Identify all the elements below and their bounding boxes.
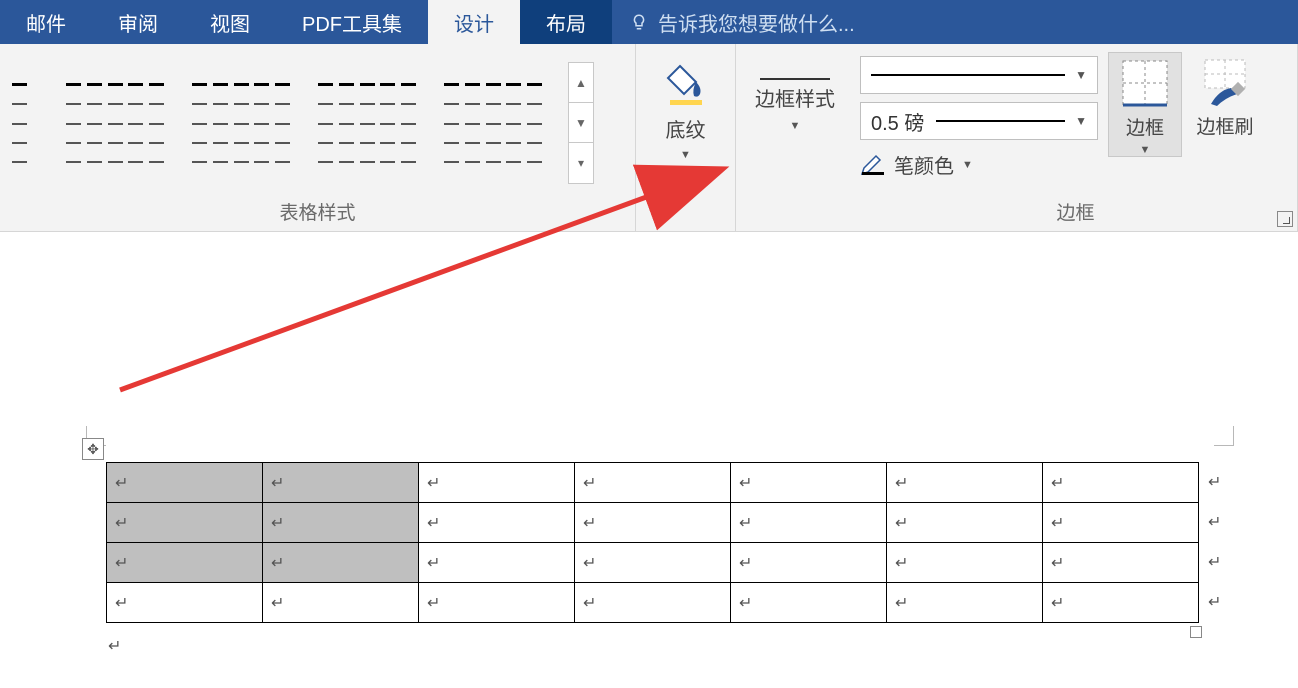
border-painter-icon: [1199, 56, 1251, 108]
table-cell[interactable]: ↵: [887, 503, 1043, 543]
line-weight-combo[interactable]: 0.5 磅 ▼: [860, 102, 1098, 140]
tell-me-search[interactable]: 告诉我您想要做什么...: [612, 0, 1298, 44]
tab-design[interactable]: 设计: [428, 0, 520, 44]
document-table-wrap: ✥ ↵ ↵ ↵ ↵ ↵ ↵ ↵ ↵ ↵ ↵ ↵ ↵ ↵ ↵ ↵: [106, 462, 1199, 623]
tab-mail[interactable]: 邮件: [0, 0, 92, 44]
border-painter-button[interactable]: 边框刷: [1186, 52, 1264, 139]
tab-review[interactable]: 审阅: [92, 0, 184, 44]
paragraph-mark: ↵: [108, 636, 121, 656]
table-cell[interactable]: ↵: [575, 543, 731, 583]
border-style-preview: [760, 78, 830, 80]
table-cell[interactable]: ↵: [731, 503, 887, 543]
table-style-thumb[interactable]: [190, 79, 292, 167]
table-row: ↵ ↵ ↵ ↵ ↵ ↵ ↵: [107, 583, 1199, 623]
borders-group: ▼ 0.5 磅 ▼ 笔颜色 ▼: [854, 44, 1298, 231]
tab-pdf-tools[interactable]: PDF工具集: [276, 0, 428, 44]
borders-group-label: 边框: [854, 194, 1297, 231]
table-row: ↵ ↵ ↵ ↵ ↵ ↵ ↵: [107, 543, 1199, 583]
table-styles-label: 表格样式: [0, 194, 635, 231]
row-end-mark: ↵: [1208, 512, 1221, 532]
chevron-down-icon: ▼: [790, 120, 801, 132]
table-cell[interactable]: ↵: [263, 543, 419, 583]
dialog-launcher[interactable]: [1277, 211, 1293, 227]
line-weight-preview: [936, 120, 1065, 122]
table-cell[interactable]: ↵: [731, 463, 887, 503]
table-cell[interactable]: ↵: [1043, 503, 1199, 543]
paint-bucket-icon: [662, 60, 710, 108]
chevron-down-icon: ▼: [1075, 68, 1087, 82]
row-end-mark: ↵: [1208, 592, 1221, 612]
pen-color-button[interactable]: 笔颜色 ▼: [860, 148, 1098, 181]
table-cell[interactable]: ↵: [887, 583, 1043, 623]
table-row: ↵ ↵ ↵ ↵ ↵ ↵ ↵: [107, 503, 1199, 543]
border-style-button[interactable]: 边框样式 ▼: [742, 52, 848, 132]
chevron-down-icon: ▼: [1140, 144, 1151, 156]
table-cell[interactable]: ↵: [419, 543, 575, 583]
table-cell[interactable]: ↵: [575, 463, 731, 503]
border-painter-label: 边框刷: [1196, 112, 1253, 139]
tab-view[interactable]: 视图: [184, 0, 276, 44]
table-cell[interactable]: ↵: [731, 543, 887, 583]
table-cell[interactable]: ↵: [1043, 463, 1199, 503]
gallery-scroll: ▲ ▼ ▾: [568, 62, 594, 184]
table-resize-handle[interactable]: [1190, 626, 1202, 638]
row-end-mark: ↵: [1208, 472, 1221, 492]
table-row: ↵ ↵ ↵ ↵ ↵ ↵ ↵: [107, 463, 1199, 503]
lightbulb-icon: [630, 13, 648, 31]
table-cell[interactable]: ↵: [731, 583, 887, 623]
borders-label: 边框: [1126, 113, 1164, 140]
table-style-thumb[interactable]: [64, 79, 166, 167]
table-cell[interactable]: ↵: [263, 463, 419, 503]
table-cell[interactable]: ↵: [107, 543, 263, 583]
table-cell[interactable]: ↵: [107, 583, 263, 623]
shading-group: 底纹 ▼: [636, 44, 736, 231]
table-cell[interactable]: ↵: [1043, 583, 1199, 623]
document-area[interactable]: ✥ ↵ ↵ ↵ ↵ ↵ ↵ ↵ ↵ ↵ ↵ ↵ ↵ ↵ ↵ ↵: [0, 232, 1298, 688]
table-move-handle[interactable]: ✥: [82, 438, 104, 460]
table-style-thumb[interactable]: [442, 79, 544, 167]
chevron-down-icon: ▼: [680, 149, 691, 161]
row-end-mark: ↵: [1208, 552, 1221, 572]
document-table[interactable]: ↵ ↵ ↵ ↵ ↵ ↵ ↵ ↵ ↵ ↵ ↵ ↵ ↵ ↵ ↵ ↵ ↵ ↵: [106, 462, 1199, 623]
table-cell[interactable]: ↵: [107, 463, 263, 503]
page-corner: [1214, 426, 1234, 446]
table-cell[interactable]: ↵: [263, 583, 419, 623]
chevron-down-icon: ▼: [1075, 114, 1087, 128]
tell-me-placeholder: 告诉我您想要做什么...: [658, 8, 855, 37]
table-styles-group: ▲ ▼ ▾ 表格样式: [0, 44, 636, 231]
table-cell[interactable]: ↵: [575, 503, 731, 543]
line-weight-value: 0.5 磅: [871, 107, 924, 136]
tab-layout[interactable]: 布局: [520, 0, 612, 44]
table-cell[interactable]: ↵: [419, 463, 575, 503]
table-style-thumb[interactable]: [316, 79, 418, 167]
line-style-combo[interactable]: ▼: [860, 56, 1098, 94]
gallery-scroll-up[interactable]: ▲: [569, 63, 593, 103]
table-cell[interactable]: ↵: [887, 463, 1043, 503]
shading-label: 底纹: [666, 114, 706, 143]
borders-button[interactable]: 边框 ▼: [1108, 52, 1182, 157]
ribbon: ▲ ▼ ▾ 表格样式 底纹 ▼: [0, 44, 1298, 232]
pen-color-label: 笔颜色: [894, 150, 954, 179]
borders-grid-icon: [1119, 57, 1171, 109]
table-cell[interactable]: ↵: [263, 503, 419, 543]
table-style-thumb[interactable]: [10, 79, 40, 167]
border-style-group: 边框样式 ▼: [736, 44, 854, 231]
table-cell[interactable]: ↵: [887, 543, 1043, 583]
chevron-down-icon: ▼: [962, 159, 973, 171]
gallery-scroll-down[interactable]: ▼: [569, 103, 593, 143]
pen-icon: [860, 154, 886, 176]
table-cell[interactable]: ↵: [575, 583, 731, 623]
gallery-expand[interactable]: ▾: [569, 143, 593, 183]
table-cell[interactable]: ↵: [1043, 543, 1199, 583]
shading-button[interactable]: 底纹 ▼: [642, 52, 729, 161]
ribbon-tabs: 邮件 审阅 视图 PDF工具集 设计 布局 告诉我您想要做什么...: [0, 0, 1298, 44]
table-cell[interactable]: ↵: [419, 503, 575, 543]
table-cell[interactable]: ↵: [107, 503, 263, 543]
border-style-label: 边框样式: [755, 88, 835, 112]
line-style-preview: [871, 74, 1065, 76]
table-cell[interactable]: ↵: [419, 583, 575, 623]
